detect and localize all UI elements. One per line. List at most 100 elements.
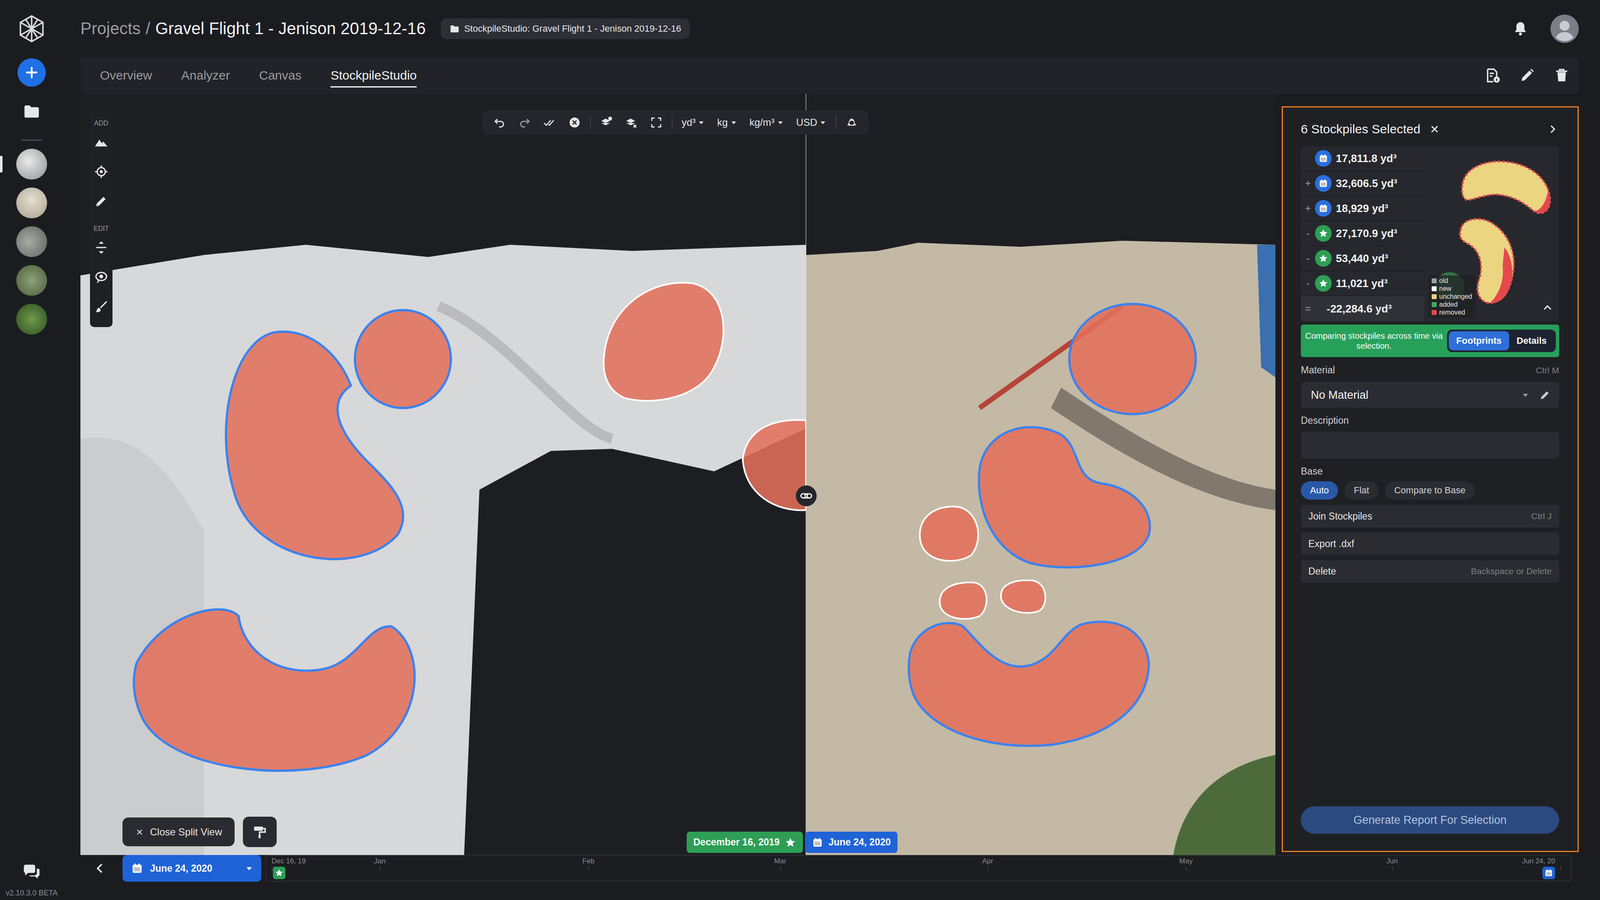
folder-button[interactable] [20, 99, 44, 123]
edit-material-button[interactable] [1535, 385, 1555, 405]
tab[interactable]: Canvas [259, 63, 302, 88]
timeline-track[interactable]: Dec 16, 19 Jan Feb Mar Apr May Jun Jun 2… [265, 855, 1572, 882]
volume-kind-badge [1315, 275, 1332, 292]
stockpile[interactable] [920, 506, 979, 561]
star-icon [274, 868, 284, 878]
stockpile[interactable] [1069, 304, 1196, 415]
timeline-back-button[interactable] [91, 860, 109, 877]
brush-tool[interactable] [90, 291, 113, 322]
stockpile[interactable] [603, 282, 724, 401]
volume-row[interactable]: - 27,170.9 yd³ [1300, 221, 1425, 247]
unit-dropdown[interactable]: USD [792, 116, 830, 129]
project-thumbnail[interactable] [16, 148, 48, 180]
mountain-icon [93, 134, 109, 150]
double-check-icon [542, 115, 557, 130]
material-dropdown[interactable]: No Material [1300, 382, 1560, 408]
orthomosaic-map[interactable] [80, 93, 1276, 855]
tab[interactable]: Overview [100, 63, 153, 88]
timeline-tick-label: Mar [774, 857, 787, 866]
workspace: yd³kgkg/m³USD ADD EDIT Close Split View … [80, 93, 1579, 855]
project-badge[interactable]: StockpileStudio: Gravel Flight 1 - Jenis… [440, 18, 690, 40]
trash-icon [1553, 67, 1570, 84]
tab[interactable]: Analyzer [181, 63, 230, 88]
unit-dropdown[interactable]: yd³ [678, 116, 708, 129]
chevron-left-icon [92, 861, 108, 876]
stockpile[interactable] [978, 427, 1150, 568]
stockpile[interactable] [1000, 580, 1046, 613]
undo-button[interactable] [490, 112, 510, 133]
resize-tool[interactable] [90, 232, 113, 263]
edit-project-button[interactable] [1509, 63, 1545, 88]
base-option[interactable]: Compare to Base [1385, 481, 1475, 500]
clear-button[interactable] [565, 112, 585, 133]
action-row[interactable]: Join Stockpiles Ctrl J [1300, 505, 1560, 528]
field-label: Description [1300, 415, 1349, 427]
add-button[interactable] [17, 58, 46, 87]
compare-date-chip[interactable]: December 16, 2019 [686, 831, 803, 853]
map-toolbar: yd³ kg kg/m³ USD [482, 110, 869, 135]
footprint-preview: old new unchanged added removed [1424, 146, 1560, 322]
unit-dropdown[interactable]: kg/m³ [746, 116, 788, 129]
volume-row[interactable]: + 18,929 yd³ [1300, 196, 1425, 222]
paint-button[interactable] [242, 816, 277, 848]
compare-date-chip[interactable]: June 24, 2020 [805, 831, 898, 853]
date-dropdown[interactable]: June 24, 2020 [122, 855, 262, 882]
fit-view-button[interactable] [646, 112, 666, 133]
add-stockpile-tool[interactable] [90, 127, 113, 157]
project-info-button[interactable] [1475, 63, 1510, 88]
project-thumbnail[interactable] [16, 303, 48, 335]
view-mode-option[interactable]: Footprints [1448, 331, 1510, 351]
project-thumbnail[interactable] [16, 265, 48, 296]
accept-all-button[interactable] [540, 112, 560, 133]
compare-dates: December 16, 2019 June 24, 2020 [686, 831, 898, 853]
action-row[interactable]: Delete Backspace or Delete [1300, 560, 1560, 583]
description-input[interactable] [1300, 431, 1560, 459]
breadcrumb-separator: / [145, 19, 151, 38]
lasso-tool[interactable] [90, 262, 113, 292]
action-row[interactable]: Export .dxf [1300, 532, 1560, 555]
separator [835, 115, 837, 130]
material-label-row: Material Ctrl M [1300, 364, 1560, 376]
base-option[interactable]: Flat [1344, 481, 1379, 500]
delete-project-button[interactable] [1544, 63, 1579, 88]
draw-tool[interactable] [90, 186, 113, 216]
user-avatar[interactable] [1550, 14, 1579, 43]
stockpile[interactable] [908, 621, 1149, 746]
caret-down-icon [819, 119, 827, 126]
field-label: Base [1300, 465, 1323, 478]
recalculate-button[interactable] [842, 112, 862, 133]
legend-item: unchanged [1431, 292, 1473, 301]
timeline-marker[interactable] [272, 866, 286, 880]
sync-views-button[interactable] [795, 485, 817, 507]
logo-icon[interactable] [16, 13, 47, 44]
timeline-marker[interactable] [1542, 866, 1555, 880]
generate-report-button[interactable]: Generate Report For Selection [1300, 806, 1560, 834]
stockpile[interactable] [133, 609, 415, 771]
redo-button[interactable] [515, 112, 535, 133]
add-point-tool[interactable] [90, 156, 113, 187]
star-icon [1318, 253, 1329, 264]
project-thumbnail[interactable] [16, 226, 48, 258]
volume-sign: - [1303, 252, 1313, 265]
project-thumbnail[interactable] [16, 187, 48, 219]
remove-layer-button[interactable] [621, 112, 641, 133]
volume-row[interactable]: 17,811.8 yd³ [1300, 146, 1425, 172]
volume-row[interactable]: - 53,440 yd³ [1300, 246, 1425, 272]
breadcrumb-link[interactable]: Projects [80, 19, 141, 38]
notifications-button[interactable] [1508, 17, 1533, 41]
volume-row[interactable]: + 32,606.5 yd³ [1300, 171, 1425, 197]
stockpile[interactable] [939, 582, 987, 620]
caret-down-icon [777, 119, 784, 126]
stockpile[interactable] [355, 310, 451, 408]
close-split-view-button[interactable]: Close Split View [122, 817, 235, 847]
collapse-summary-button[interactable] [1540, 300, 1555, 316]
collapse-panel-button[interactable] [1545, 122, 1560, 136]
base-option[interactable]: Auto [1300, 481, 1338, 500]
volume-row[interactable]: - 11,021 yd³ [1300, 271, 1425, 297]
chat-button[interactable] [20, 860, 44, 884]
tab[interactable]: StockpileStudio [330, 63, 417, 88]
add-layer-button[interactable] [596, 112, 616, 133]
clear-selection-button[interactable] [1427, 122, 1442, 136]
view-mode-option[interactable]: Details [1509, 331, 1555, 351]
unit-dropdown[interactable]: kg [713, 116, 740, 129]
